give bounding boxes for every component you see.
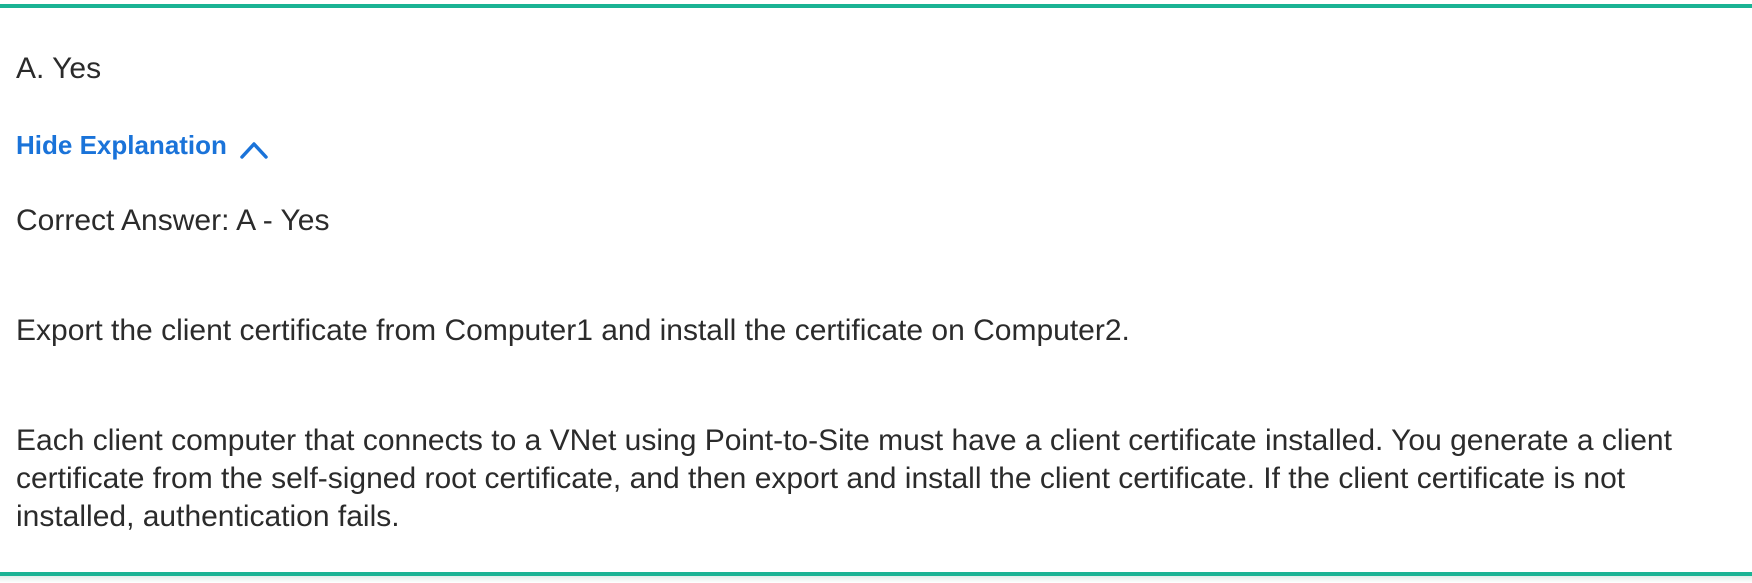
top-divider <box>0 4 1752 8</box>
correct-answer: Correct Answer: A - Yes <box>16 204 330 237</box>
explanation-paragraph: Each client computer that connects to a … <box>16 424 1672 533</box>
hide-explanation-button[interactable]: Hide Explanation <box>16 128 269 162</box>
bottom-shadow <box>0 576 1752 583</box>
explanation-card: A. Yes Hide Explanation Correct Answer: … <box>0 0 1752 583</box>
hide-explanation-label: Hide Explanation <box>16 130 227 160</box>
explanation-paragraph: Export the client certificate from Compu… <box>16 314 1130 347</box>
answer-option: A. Yes <box>16 52 102 85</box>
chevron-up-icon <box>239 134 269 159</box>
